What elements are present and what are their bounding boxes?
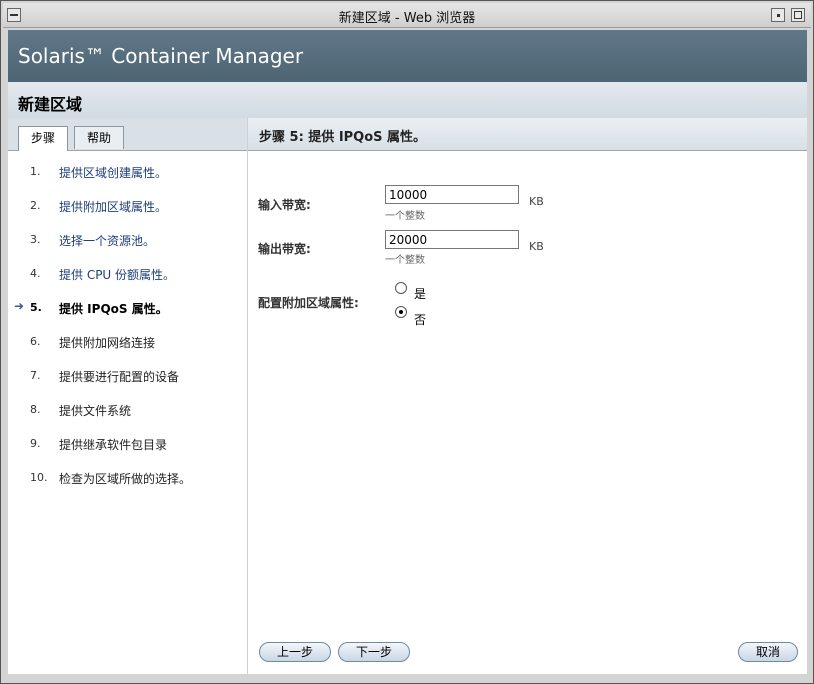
minimize-icon[interactable] <box>771 8 785 22</box>
output-bandwidth-unit: KB <box>529 240 544 253</box>
step-item: 6. 提供附加网络连接 <box>8 332 247 352</box>
step-label: 提供 IPQoS 属性。 <box>59 302 168 316</box>
step-item[interactable]: 1. 提供区域创建属性。 <box>8 162 247 182</box>
step-item: 8. 提供文件系统 <box>8 400 247 420</box>
step-number: 5. <box>30 301 42 314</box>
step-number: 4. <box>30 267 41 280</box>
input-bandwidth-help: 一个整数 <box>385 211 425 222</box>
step-header: 步骤 5: 提供 IPQoS 属性。 <box>248 118 807 151</box>
step-label: 提供继承软件包目录 <box>59 438 168 452</box>
step-number: 9. <box>30 437 41 450</box>
step-label: 检查为区域所做的选择。 <box>59 472 192 486</box>
step-number: 8. <box>30 403 41 416</box>
step-label[interactable]: 提供区域创建属性。 <box>59 164 167 181</box>
masthead: Solaris™ Container Manager <box>8 30 807 82</box>
tab-help[interactable]: 帮助 <box>74 126 125 149</box>
input-bandwidth-label: 输入带宽: <box>258 198 311 212</box>
previous-button[interactable]: 上一步 <box>259 642 331 662</box>
tabs-bar: 步骤 帮助 <box>8 118 247 151</box>
radio-no-label: 否 <box>414 313 427 327</box>
tab-steps[interactable]: 步骤 <box>18 126 69 151</box>
window-titlebar: 新建区域 - Web 浏览器 <box>3 3 811 28</box>
step-title: 步骤 5: 提供 IPQoS 属性。 <box>259 130 427 145</box>
step-item[interactable]: 3. 选择一个资源池。 <box>8 230 247 250</box>
current-step-arrow-icon: ➜ <box>14 299 25 313</box>
output-bandwidth-help: 一个整数 <box>385 255 425 266</box>
step-number: 10. <box>30 471 48 484</box>
radio-yes[interactable] <box>395 282 407 294</box>
step-item: 7. 提供要进行配置的设备 <box>8 366 247 386</box>
page-title: 新建区域 <box>18 95 83 114</box>
app-title: Solaris™ Container Manager <box>18 44 304 68</box>
step-label[interactable]: 提供附加区域属性。 <box>59 198 167 215</box>
maximize-icon[interactable] <box>791 8 805 22</box>
output-bandwidth-field[interactable] <box>385 230 519 249</box>
input-bandwidth-unit: KB <box>529 195 544 208</box>
step-item: 10. 检查为区域所做的选择。 <box>8 468 247 488</box>
step-item[interactable]: 2. 提供附加区域属性。 <box>8 196 247 216</box>
input-bandwidth-field[interactable] <box>385 185 519 204</box>
wizard-content: 步骤 帮助 1. 提供区域创建属性。 2. 提供附加区域属性。 3. 选择一个资… <box>8 118 807 674</box>
step-number: 3. <box>30 233 41 246</box>
cancel-button[interactable]: 取消 <box>738 642 798 662</box>
step-number: 6. <box>30 335 41 348</box>
step-number: 7. <box>30 369 41 382</box>
next-button[interactable]: 下一步 <box>338 642 410 662</box>
window-title: 新建区域 - Web 浏览器 <box>338 11 476 26</box>
config-extra-label: 配置附加区域属性: <box>258 296 359 310</box>
radio-yes-label: 是 <box>414 287 427 301</box>
radio-no[interactable] <box>395 306 407 318</box>
step-label[interactable]: 提供 CPU 份额属性。 <box>59 266 175 283</box>
steps-pane: 步骤 帮助 1. 提供区域创建属性。 2. 提供附加区域属性。 3. 选择一个资… <box>8 118 248 674</box>
step-form-pane: 步骤 5: 提供 IPQoS 属性。 输入带宽: KB 一个整数 输出带宽: K… <box>248 118 807 674</box>
step-label: 提供文件系统 <box>59 404 132 418</box>
output-bandwidth-label: 输出带宽: <box>258 242 311 256</box>
page-header: 新建区域 <box>8 82 807 119</box>
step-label: 提供要进行配置的设备 <box>59 370 180 384</box>
step-item: 9. 提供继承软件包目录 <box>8 434 247 454</box>
step-label[interactable]: 选择一个资源池。 <box>59 232 155 249</box>
step-item[interactable]: 4. 提供 CPU 份额属性。 <box>8 264 247 284</box>
step-number: 2. <box>30 199 41 212</box>
step-item-current: ➜ 5. 提供 IPQoS 属性。 <box>8 298 247 318</box>
step-number: 1. <box>30 165 41 178</box>
step-label: 提供附加网络连接 <box>59 336 156 350</box>
